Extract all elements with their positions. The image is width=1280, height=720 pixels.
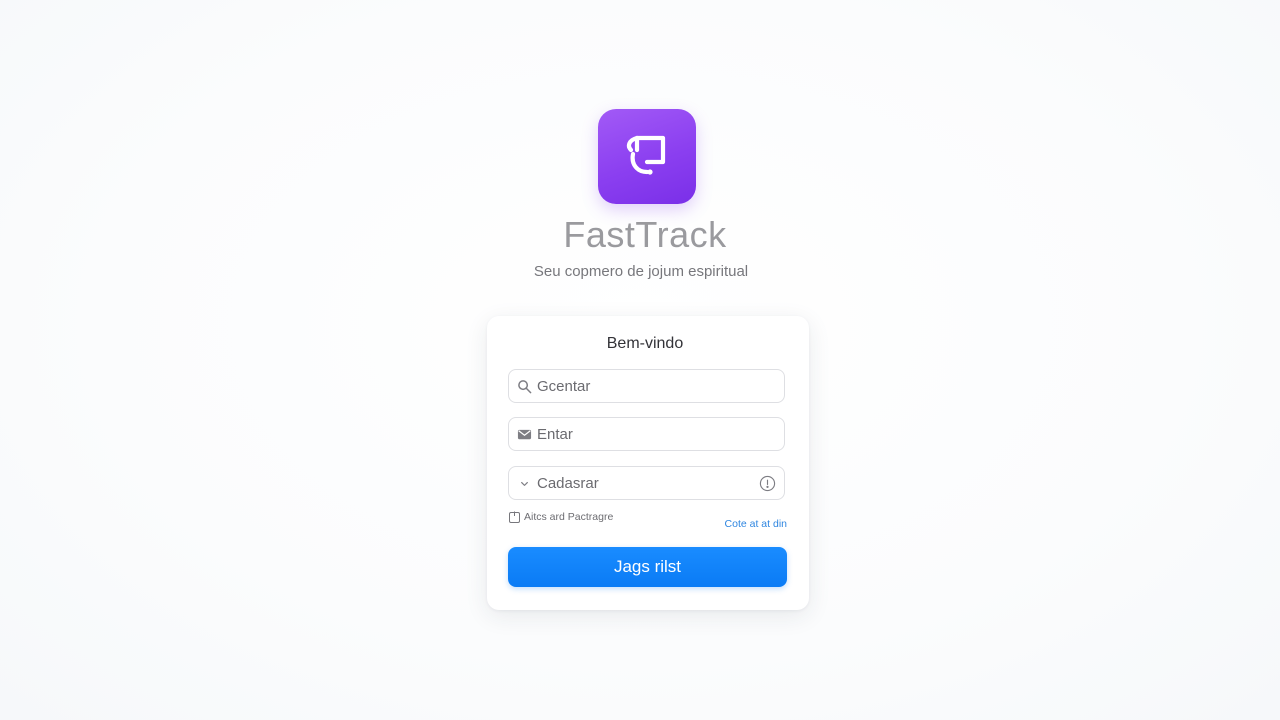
search-field[interactable]: Gcentar: [508, 369, 785, 403]
register-select[interactable]: Cadasrar: [508, 466, 785, 500]
email-field[interactable]: Entar: [508, 417, 785, 451]
login-page: FastTrack Seu copmero de jojum espiritua…: [0, 0, 1280, 720]
chevron-down-icon: [516, 475, 532, 491]
speech-bubble-icon: [617, 124, 677, 189]
search-field-value: Gcentar: [537, 377, 591, 395]
register-select-value: Cadasrar: [537, 474, 599, 492]
app-logo: [598, 109, 696, 204]
checkbox-icon[interactable]: [509, 511, 520, 523]
app-tagline: Seu copmero de jojum espiritual: [533, 263, 749, 280]
login-card: Bem-vindo Gcentar Entar Cadasrar Aitcs a…: [487, 316, 809, 610]
remember-label: Aitcs ard Pactragre: [524, 511, 614, 523]
forgot-link[interactable]: Cote at at din: [725, 518, 787, 530]
search-icon: [516, 378, 532, 394]
remember-option[interactable]: Aitcs ard Pactragre: [509, 511, 613, 523]
info-icon[interactable]: [759, 475, 776, 492]
app-name: FastTrack: [563, 214, 727, 255]
email-field-value: Entar: [537, 425, 573, 443]
mail-icon: [516, 426, 532, 442]
submit-button[interactable]: Jags rilst: [508, 547, 787, 587]
card-title: Bem-vindo: [606, 335, 684, 352]
